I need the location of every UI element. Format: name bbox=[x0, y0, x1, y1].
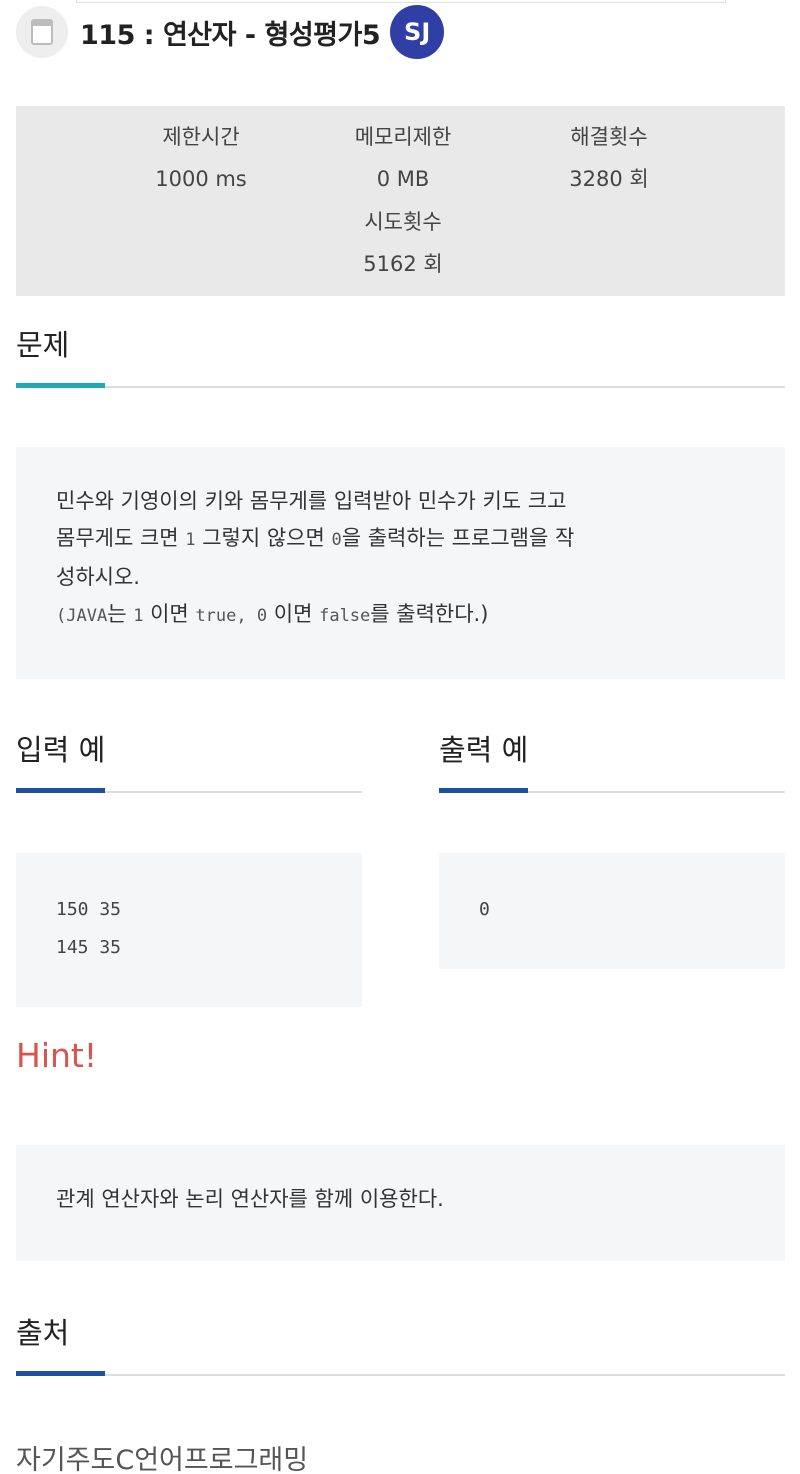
problem-line: 성하시오. bbox=[56, 565, 140, 589]
sample-input-title: 입력 예 bbox=[16, 733, 106, 767]
stat-solved-count: 해결횟수 3280 회 bbox=[529, 116, 689, 200]
source-title: 출처 bbox=[16, 1316, 70, 1350]
hint-box: 관계 연산자와 논리 연산자를 함께 이용한다. bbox=[16, 1145, 785, 1261]
problem-divider bbox=[16, 383, 785, 388]
code-span: true, 0 bbox=[195, 606, 268, 626]
code-span: false bbox=[319, 606, 371, 626]
book-icon[interactable] bbox=[16, 6, 68, 58]
sample-input-divider bbox=[16, 788, 362, 793]
stat-memory-limit: 메모리제한 0 MB bbox=[323, 116, 483, 200]
problem-line: 민수와 기영이의 키와 몸무게를 입력받아 민수가 키도 크고 bbox=[56, 489, 567, 513]
sample-input-line: 150 35 bbox=[56, 899, 122, 920]
text-span: 을 출력하는 프로그램을 작 bbox=[341, 526, 575, 550]
text-span: 이면 bbox=[267, 602, 320, 626]
text-span: 는 bbox=[107, 602, 134, 626]
text-span: 이면 bbox=[143, 602, 196, 626]
page-header: 115 : 연산자 - 형성평가5 SJ bbox=[16, 5, 445, 59]
sample-input-box: 150 35 145 35 bbox=[16, 853, 362, 1007]
top-divider bbox=[76, 0, 726, 3]
problem-description: 민수와 기영이의 키와 몸무게를 입력받아 민수가 키도 크고 몸무게도 크면 … bbox=[56, 483, 756, 635]
problem-description-box: 민수와 기영이의 키와 몸무게를 입력받아 민수가 키도 크고 몸무게도 크면 … bbox=[16, 447, 785, 679]
user-avatar[interactable]: SJ bbox=[390, 5, 445, 59]
sample-output-divider bbox=[439, 788, 785, 793]
problem-divider-accent bbox=[16, 383, 105, 388]
problem-line: (JAVA는 1 이면 true, 0 이면 false를 출력한다.) bbox=[56, 596, 756, 635]
problem-stats: 제한시간 1000 ms 메모리제한 0 MB 해결횟수 3280 회 시도횟수… bbox=[16, 106, 785, 296]
source-divider-accent bbox=[16, 1371, 105, 1376]
stat-value: 3280 회 bbox=[569, 167, 649, 191]
sample-output-content: 0 bbox=[479, 891, 490, 929]
sample-output-divider-accent bbox=[439, 788, 528, 793]
problem-line: 몸무게도 크면 1 그렇지 않으면 0을 출력하는 프로그램을 작 bbox=[56, 520, 756, 559]
text-span: 를 출력한다.) bbox=[370, 602, 489, 626]
code-span: 1 bbox=[133, 606, 144, 626]
stat-label: 해결횟수 bbox=[570, 125, 648, 149]
stat-label: 메모리제한 bbox=[354, 125, 452, 149]
sample-output-line: 0 bbox=[479, 899, 490, 920]
source-text[interactable]: 자기주도C언어프로그래밍 bbox=[16, 1438, 308, 1474]
sample-input-content: 150 35 145 35 bbox=[56, 891, 121, 967]
page-title: 115 : 연산자 - 형성평가5 bbox=[80, 19, 381, 51]
problem-title: 문제 bbox=[16, 328, 70, 362]
stat-value: 1000 ms bbox=[155, 167, 247, 191]
stat-attempt-count: 시도횟수 5162 회 bbox=[323, 201, 483, 285]
hint-title: Hint! bbox=[16, 1036, 98, 1075]
stat-label: 시도횟수 bbox=[364, 210, 442, 234]
sample-output-title: 출력 예 bbox=[439, 733, 529, 767]
code-span: 1 bbox=[185, 530, 196, 550]
text-span: 그렇지 않으면 bbox=[195, 526, 332, 550]
stat-time-limit: 제한시간 1000 ms bbox=[121, 116, 281, 200]
sample-output-box: 0 bbox=[439, 853, 785, 969]
code-span: (JAVA bbox=[56, 606, 108, 626]
code-span: 0 bbox=[331, 530, 342, 550]
sample-input-line: 145 35 bbox=[56, 937, 122, 958]
stat-value: 0 MB bbox=[376, 167, 430, 191]
hint-text: 관계 연산자와 논리 연산자를 함께 이용한다. bbox=[56, 1187, 444, 1211]
sample-input-divider-accent bbox=[16, 788, 105, 793]
stat-value: 5162 회 bbox=[363, 252, 443, 276]
text-span: 몸무게도 크면 bbox=[56, 526, 186, 550]
stat-label: 제한시간 bbox=[162, 125, 240, 149]
source-divider bbox=[16, 1371, 785, 1376]
